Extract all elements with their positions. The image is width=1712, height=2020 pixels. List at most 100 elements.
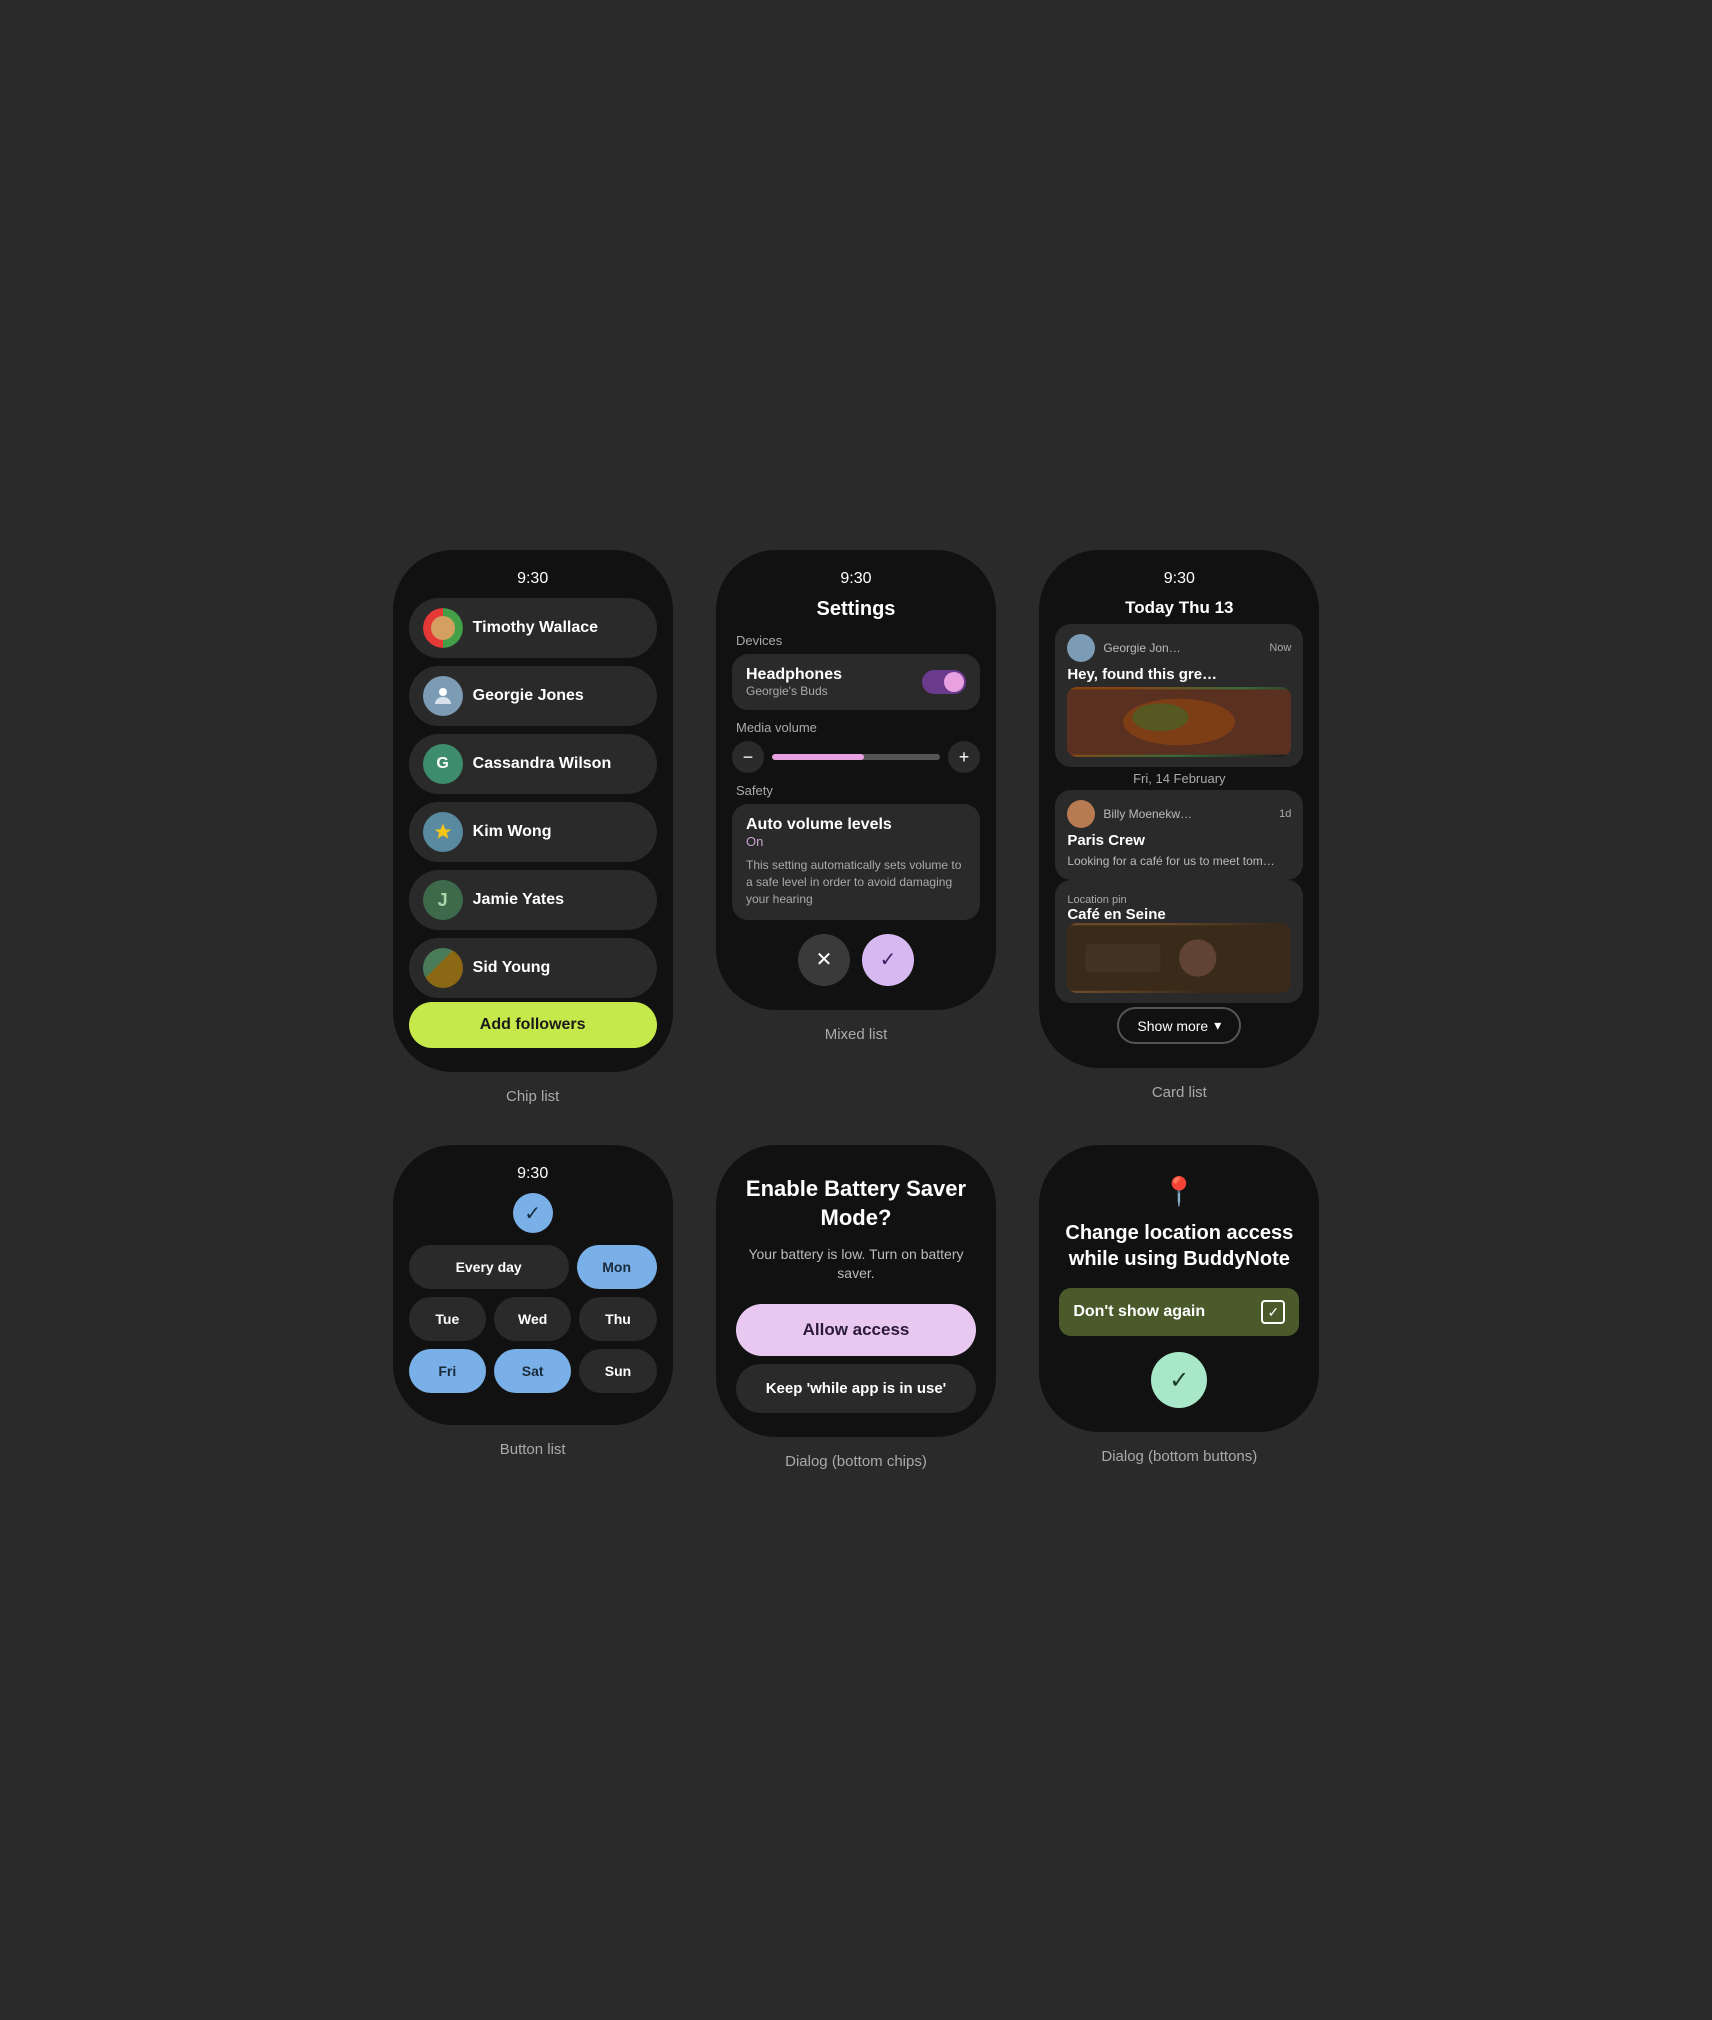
day-sat-button[interactable]: Sat (494, 1349, 571, 1393)
allow-access-button[interactable]: Allow access (736, 1304, 976, 1356)
settings-title: Settings (817, 598, 896, 621)
card-list-wrapper: 9:30 Today Thu 13 Georgie Jon… Now Hey, … (1033, 550, 1326, 1105)
day-mon-button[interactable]: Mon (577, 1245, 657, 1289)
headphones-item[interactable]: Headphones Georgie's Buds (732, 654, 980, 710)
card-georgie[interactable]: Georgie Jon… Now Hey, found this gre… (1055, 624, 1303, 767)
day-wed-button[interactable]: Wed (494, 1297, 571, 1341)
avatar-kim (423, 812, 463, 852)
confirm-checkmark: ✓ (1169, 1366, 1189, 1395)
auto-volume-section: Auto volume levels On This setting autom… (732, 804, 980, 919)
card-list-label: Card list (1152, 1084, 1207, 1101)
card-avatar-billy (1067, 800, 1095, 828)
button-list-wrapper: 9:30 ✓ Every day Mon Tue Wed Thu Fri Sat… (386, 1145, 679, 1469)
card-sender-georgie: Georgie Jon… (1103, 641, 1261, 655)
day-sun-button[interactable]: Sun (579, 1349, 656, 1393)
chip-jamie[interactable]: J Jamie Yates (409, 870, 657, 930)
card-location[interactable]: Location pin Café en Seine (1055, 880, 1303, 1003)
chip-list-device: 9:30 Timothy Wallace (393, 550, 673, 1072)
headphones-toggle[interactable] (922, 670, 966, 694)
chip-name-kim: Kim Wong (473, 823, 552, 841)
dialog-chips-body: Your battery is low. Turn on battery sav… (736, 1245, 976, 1284)
chip-name-sid: Sid Young (473, 959, 551, 977)
card-list-device: 9:30 Today Thu 13 Georgie Jon… Now Hey, … (1039, 550, 1319, 1068)
location-pin-label: Location pin (1067, 894, 1291, 906)
day-fri-button[interactable]: Fri (409, 1349, 486, 1393)
card-time-billy: 1d (1279, 808, 1291, 820)
chip-name-cassandra: Cassandra Wilson (473, 755, 612, 773)
date-divider: Fri, 14 February (1133, 767, 1225, 790)
day-every-day-button[interactable]: Every day (409, 1245, 569, 1289)
confirm-button[interactable]: ✓ (862, 934, 914, 986)
card-title-billy: Paris Crew (1067, 832, 1291, 849)
dialog-buttons-wrapper: 📍 Change location access while using Bud… (1033, 1145, 1326, 1469)
day-tue-button[interactable]: Tue (409, 1297, 486, 1341)
card-avatar-georgie (1067, 634, 1095, 662)
today-header: Today Thu 13 (1125, 598, 1233, 618)
chip-sid[interactable]: Sid Young (409, 938, 657, 998)
headphones-text: Headphones Georgie's Buds (746, 666, 842, 698)
dialog-buttons-title: Change location access while using Buddy… (1059, 1220, 1299, 1272)
chip-list-label: Chip list (506, 1088, 559, 1105)
star-icon (433, 822, 453, 842)
avatar-face (431, 616, 455, 640)
mixed-list-wrapper: 9:30 Settings Devices Headphones Georgie… (709, 550, 1002, 1105)
volume-decrease-button[interactable]: − (732, 741, 764, 773)
card-georgie-header: Georgie Jon… Now (1067, 634, 1291, 662)
avatar-georgie (423, 676, 463, 716)
devices-section-label: Devices (732, 633, 782, 648)
day-thu-button[interactable]: Thu (579, 1297, 656, 1341)
button-list-time: 9:30 (517, 1165, 548, 1183)
headphones-title: Headphones (746, 666, 842, 684)
dialog-buttons-device: 📍 Change location access while using Bud… (1039, 1145, 1319, 1432)
mixed-list-time: 9:30 (840, 570, 871, 588)
dont-show-label: Don't show again (1073, 1303, 1205, 1321)
checkbox-icon[interactable]: ✓ (1261, 1300, 1285, 1324)
button-list-label: Button list (500, 1441, 566, 1458)
avatar-jamie: J (423, 880, 463, 920)
cal-row-fri-sun: Fri Sat Sun (409, 1349, 657, 1393)
chip-cassandra[interactable]: G Cassandra Wilson (409, 734, 657, 794)
chip-name-georgie: Georgie Jones (473, 687, 584, 705)
chip-name-jamie: Jamie Yates (473, 891, 564, 909)
volume-fill (772, 754, 864, 760)
chip-list-time: 9:30 (517, 570, 548, 588)
volume-increase-button[interactable]: + (948, 741, 980, 773)
add-followers-button[interactable]: Add followers (409, 1002, 657, 1048)
card-list-time: 9:30 (1164, 570, 1195, 588)
card-billy-header: Billy Moenekw… 1d (1067, 800, 1291, 828)
auto-volume-sub: On (746, 834, 966, 849)
check-icon: ✓ (513, 1193, 553, 1233)
app-wrapper: 9:30 Timothy Wallace (356, 520, 1356, 1499)
card-body-billy: Looking for a café for us to meet tom… (1067, 853, 1291, 870)
media-volume-label: Media volume (732, 720, 817, 735)
location-image-svg (1067, 923, 1291, 993)
food-image-svg (1067, 687, 1291, 757)
keep-while-button[interactable]: Keep 'while app is in use' (736, 1364, 976, 1413)
volume-slider[interactable] (772, 754, 940, 760)
button-list-device: 9:30 ✓ Every day Mon Tue Wed Thu Fri Sat… (393, 1145, 673, 1425)
card-time-georgie: Now (1269, 642, 1291, 654)
location-icon: 📍 (1162, 1175, 1197, 1208)
chip-kim[interactable]: Kim Wong (409, 802, 657, 862)
auto-volume-desc: This setting automatically sets volume t… (746, 857, 966, 907)
card-image-georgie (1067, 687, 1291, 757)
cal-row-tue-thu: Tue Wed Thu (409, 1297, 657, 1341)
card-billy[interactable]: Billy Moenekw… 1d Paris Crew Looking for… (1055, 790, 1303, 880)
chevron-down-icon: ▾ (1214, 1017, 1221, 1034)
chip-timothy[interactable]: Timothy Wallace (409, 598, 657, 658)
card-title-georgie: Hey, found this gre… (1067, 666, 1291, 683)
cancel-button[interactable]: ✕ (798, 934, 850, 986)
dialog-buttons-label: Dialog (bottom buttons) (1101, 1448, 1257, 1465)
mixed-list-device: 9:30 Settings Devices Headphones Georgie… (716, 550, 996, 1009)
dialog-confirm-button[interactable]: ✓ (1151, 1352, 1207, 1408)
dialog-chips-label: Dialog (bottom chips) (785, 1453, 927, 1470)
card-sender-billy: Billy Moenekw… (1103, 807, 1271, 821)
chip-name-timothy: Timothy Wallace (473, 619, 598, 637)
show-more-label: Show more (1137, 1018, 1208, 1034)
location-image (1067, 923, 1291, 993)
show-more-button[interactable]: Show more ▾ (1117, 1007, 1241, 1044)
action-buttons: ✕ ✓ (732, 934, 980, 986)
chip-list-wrapper: 9:30 Timothy Wallace (386, 550, 679, 1105)
dont-show-row[interactable]: Don't show again ✓ (1059, 1288, 1299, 1336)
chip-georgie[interactable]: Georgie Jones (409, 666, 657, 726)
